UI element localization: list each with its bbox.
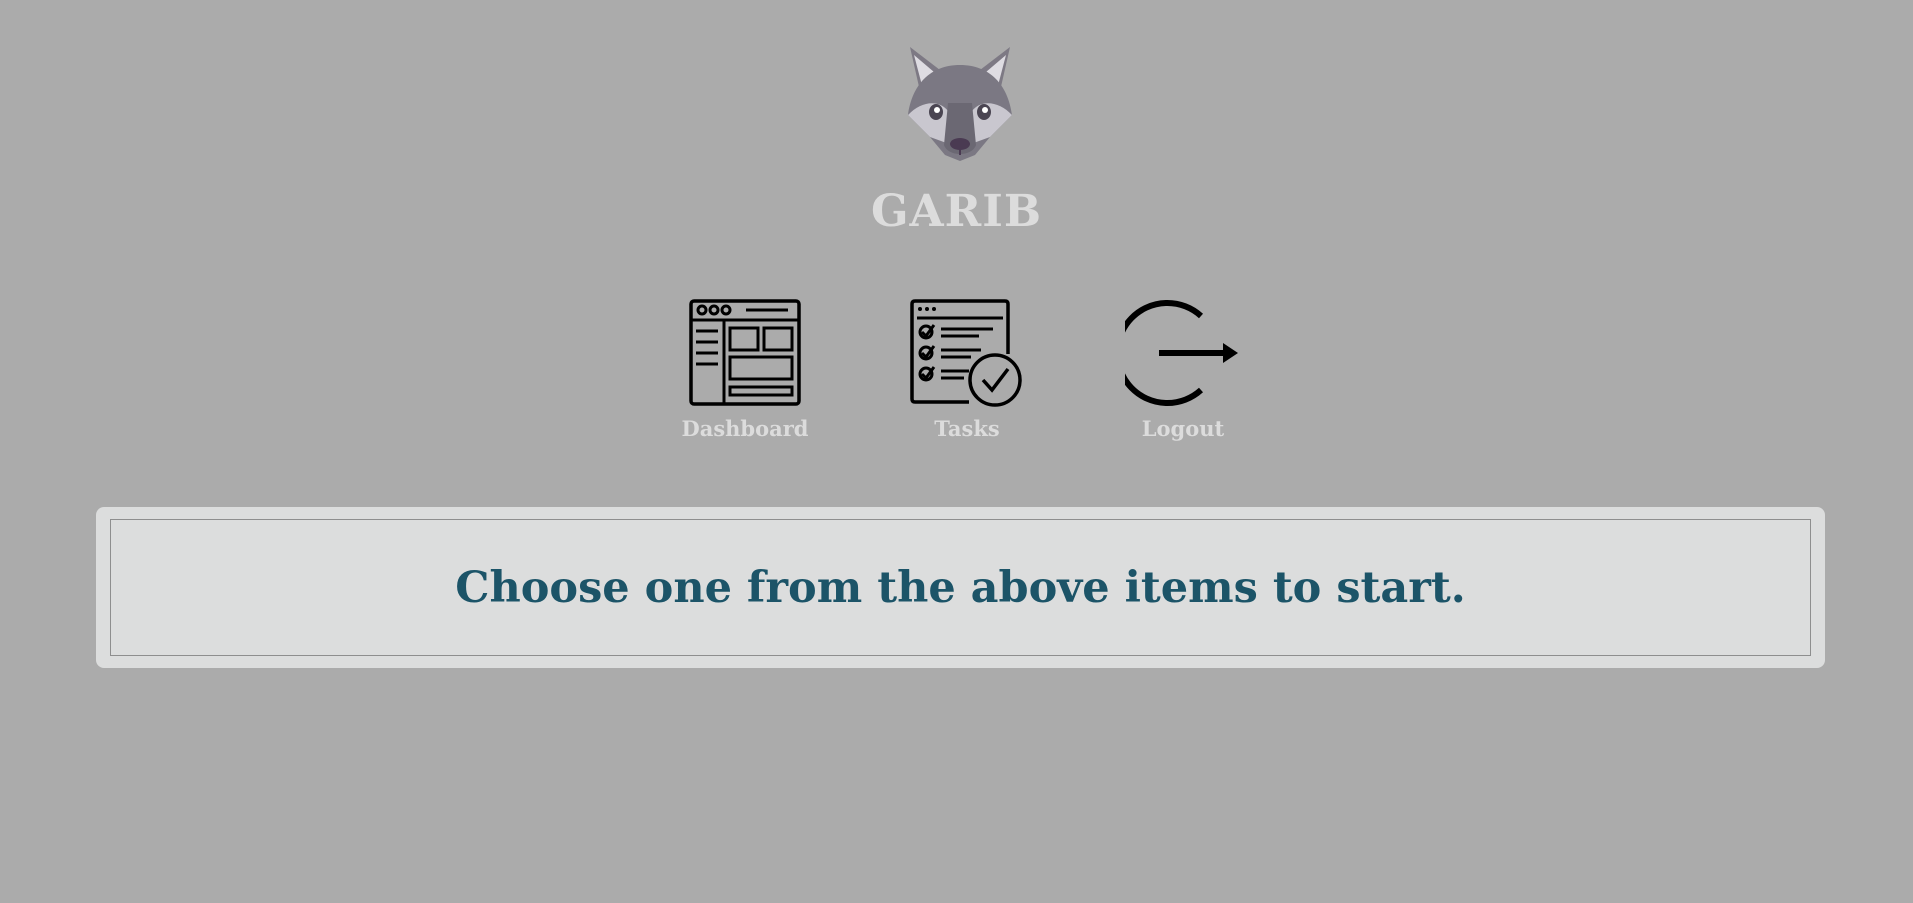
nav-item-dashboard[interactable]: Dashboard	[670, 298, 820, 441]
dashboard-icon	[689, 299, 801, 406]
brand-title: GARIB	[870, 186, 1043, 237]
message-frame: Choose one from the above items to start…	[110, 519, 1811, 656]
message-panel: Choose one from the above items to start…	[96, 507, 1825, 668]
page: GARIB Dashboard Tasks Logout Choose one …	[0, 0, 1913, 903]
nav-item-logout[interactable]: Logout	[1108, 298, 1258, 441]
wolf-head-logo	[908, 47, 1012, 161]
nav-label-tasks: Tasks	[934, 416, 1000, 441]
nav-label-logout: Logout	[1141, 416, 1225, 441]
logout-icon	[1125, 300, 1238, 406]
tasks-checklist-icon	[910, 299, 1022, 407]
nav-item-tasks[interactable]: Tasks	[892, 298, 1042, 441]
nav-label-dashboard: Dashboard	[681, 416, 809, 441]
start-message: Choose one from the above items to start…	[455, 562, 1466, 613]
